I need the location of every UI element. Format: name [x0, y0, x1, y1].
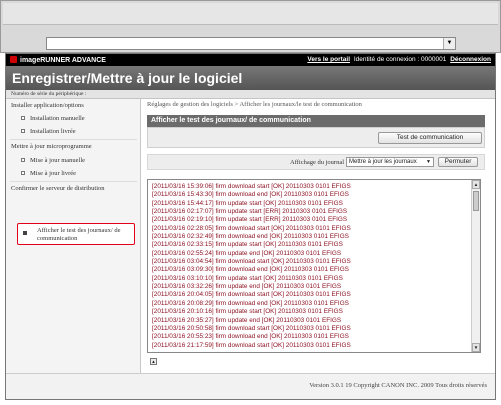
- log-line: [2011/03/16 21:17:59] firm download star…: [152, 341, 351, 349]
- log-line: [2011/03/16 02:55:24] firm update end [O…: [152, 249, 342, 257]
- switch-button[interactable]: Permuter: [438, 157, 478, 167]
- sidebar-item-manual-update[interactable]: Mise à jour manuelle: [21, 157, 85, 164]
- log-line: [2011/03/16 02:17:07] firm update start …: [152, 208, 348, 216]
- log-line: [2011/03/16 20:50:58] firm download star…: [152, 324, 351, 332]
- address-bar[interactable]: ▼: [46, 37, 456, 50]
- divider: [10, 181, 137, 182]
- log-line: [2011/03/16 20:08:29] firm download end …: [152, 299, 349, 307]
- log-line: [2011/03/16 02:28:05] firm download star…: [152, 224, 351, 232]
- login-label: Identité de connexion : 0000001: [353, 56, 447, 63]
- log-view-select-value: Mettre à jour les journaux: [349, 159, 417, 165]
- log-line: [2011/03/16 03:09:30] firm download end …: [152, 266, 349, 274]
- panel-body: Test de communication: [147, 127, 485, 148]
- bullet-icon: [21, 171, 25, 175]
- sidebar-heading-firmware: Mettre à jour microprogramme: [11, 143, 92, 150]
- sidebar-item-delivered-update[interactable]: Mise à jour livrée: [21, 170, 76, 177]
- web-page: imageRUNNER ADVANCE Vers le portail Iden…: [5, 53, 496, 400]
- sidebar: Installer application/options Installati…: [6, 99, 141, 373]
- log-view-select[interactable]: Mettre à jour les journaux ▼: [346, 157, 434, 167]
- browser-toolbar: [3, 3, 498, 25]
- vertical-scrollbar[interactable]: ▲ ▼: [471, 180, 480, 352]
- log-line: [2011/03/16 15:43:30] firm download end …: [152, 191, 349, 199]
- main-content: Réglages de gestion des logiciels > Affi…: [147, 99, 491, 373]
- communication-test-button[interactable]: Test de communication: [378, 132, 482, 144]
- browser-chrome: ▼: [0, 0, 501, 53]
- scroll-up-icon[interactable]: ▲: [472, 180, 480, 189]
- scroll-thumb[interactable]: [473, 191, 479, 211]
- sidebar-item-label: Mise à jour livrée: [30, 170, 77, 177]
- log-line: [2011/03/16 20:35:27] firm update end [O…: [152, 316, 342, 324]
- log-line: [2011/03/16 03:32:26] firm update end [O…: [152, 283, 342, 291]
- brand-name: imageRUNNER ADVANCE: [20, 57, 106, 64]
- sidebar-item-label: Installation livrée: [30, 128, 76, 135]
- log-line: [2011/03/16 15:44:17] firm update start …: [152, 199, 343, 207]
- sidebar-item-label: Mise à jour manuelle: [30, 157, 86, 164]
- log-line: [2011/03/16 15:39:06] firm download star…: [152, 183, 351, 190]
- logout-link[interactable]: Déconnexion: [450, 56, 491, 63]
- title-bar: Enregistrer/Mettre à jour le logiciel: [6, 66, 495, 90]
- sidebar-item-manual-install[interactable]: Installation manuelle: [21, 115, 85, 122]
- brand: imageRUNNER ADVANCE: [10, 56, 106, 64]
- divider: [10, 139, 137, 140]
- copyright-text: Version 3.0.1 19 Copyright CANON INC. 20…: [309, 382, 487, 389]
- top-bar: imageRUNNER ADVANCE Vers le portail Iden…: [6, 54, 495, 66]
- sidebar-heading-distribution-server[interactable]: Confirmer le serveur de distribution: [11, 185, 105, 192]
- log-line: [2011/03/16 03:10:10] firm update start …: [152, 274, 343, 282]
- chevron-down-icon[interactable]: ▼: [443, 38, 455, 49]
- log-text-area[interactable]: [2011/03/16 15:39:06] firm download star…: [147, 179, 481, 353]
- log-line: [2011/03/16 20:55:23] firm download end …: [152, 333, 349, 341]
- sidebar-heading-install: Installer application/options: [11, 102, 84, 109]
- bullet-icon: [21, 116, 25, 120]
- log-view-row: Affichage du journal : Mettre à jour les…: [147, 154, 485, 170]
- log-lines: [2011/03/16 15:39:06] firm download star…: [152, 183, 470, 350]
- user-bar: Vers le portail Identité de connexion : …: [305, 56, 491, 63]
- chevron-down-icon: ▼: [426, 159, 431, 165]
- bullet-icon: [21, 129, 25, 133]
- log-line: [2011/03/16 03:04:54] firm download star…: [152, 258, 351, 266]
- breadcrumb: Réglages de gestion des logiciels > Affi…: [147, 101, 362, 108]
- logo-icon: [10, 56, 17, 63]
- page-title: Enregistrer/Mettre à jour le logiciel: [12, 70, 243, 86]
- bullet-icon: [23, 231, 27, 235]
- log-line: [2011/03/16 02:33:15] firm update start …: [152, 241, 343, 249]
- log-line: [2011/03/16 20:10:16] firm update start …: [152, 308, 343, 316]
- sidebar-item-delivered-install[interactable]: Installation livrée: [21, 128, 76, 135]
- log-view-label: Affichage du journal :: [290, 159, 348, 166]
- log-line: [2011/03/16 02:19:10] firm update start …: [152, 216, 348, 224]
- device-info-bar: Numéro de série du périphérique :: [6, 90, 495, 99]
- log-line: [2011/03/16 20:04:05] firm download star…: [152, 291, 351, 299]
- log-line: [2011/03/16 02:32:49] firm download end …: [152, 233, 349, 241]
- serial-number-label: Numéro de série du périphérique :: [11, 91, 87, 97]
- footer: Version 3.0.1 19 Copyright CANON INC. 20…: [6, 373, 495, 399]
- panel-title: Afficher le test des journaux/ de commun…: [147, 115, 485, 127]
- scroll-down-icon[interactable]: ▼: [472, 343, 480, 352]
- sidebar-item-label: Installation manuelle: [30, 115, 85, 122]
- back-to-top-icon[interactable]: ▲: [150, 358, 157, 365]
- bullet-icon: [21, 158, 25, 162]
- sidebar-item-show-logs[interactable]: Afficher le test des journaux/ de commun…: [17, 223, 135, 245]
- sidebar-item-label: Afficher le test des journaux/ de commun…: [37, 227, 121, 242]
- portal-link[interactable]: Vers le portail: [307, 56, 350, 63]
